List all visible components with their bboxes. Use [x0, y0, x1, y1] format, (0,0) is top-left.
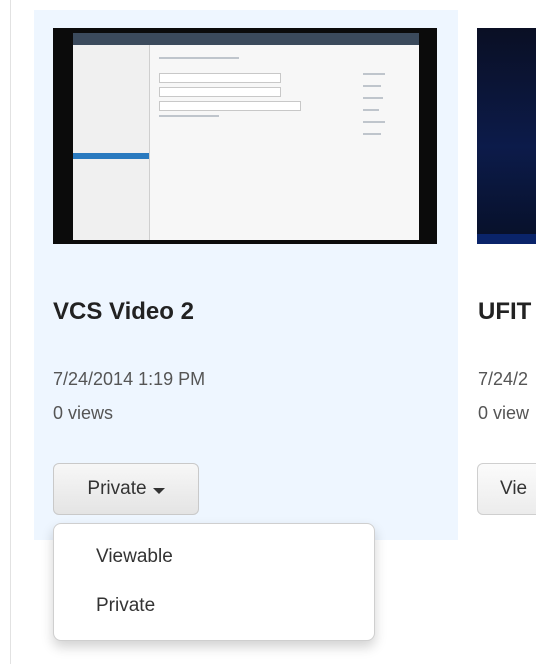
video-thumbnail[interactable]	[53, 28, 437, 244]
video-date-2: 7/24/2	[478, 369, 529, 389]
view-button-2[interactable]: Vie	[477, 463, 536, 515]
video-views-2: 0 view	[478, 403, 530, 423]
video-views: 0 views	[53, 403, 114, 423]
video-thumbnail-2[interactable]	[477, 28, 536, 244]
video-date: 7/24/2014 1:19 PM	[53, 369, 206, 389]
privacy-dropdown-button[interactable]: Private	[53, 463, 199, 515]
privacy-button-label: Private	[87, 478, 147, 499]
caret-down-icon	[152, 487, 165, 494]
menu-item-private[interactable]: Private	[96, 595, 155, 617]
menu-item-viewable[interactable]: Viewable	[96, 546, 173, 568]
video-title[interactable]: VCS Video 2	[53, 298, 194, 326]
privacy-dropdown-menu: Viewable Private	[53, 523, 375, 641]
video-title-2[interactable]: UFIT	[478, 298, 531, 326]
thumbnail-screenshot	[73, 33, 419, 240]
left-divider	[10, 0, 11, 664]
